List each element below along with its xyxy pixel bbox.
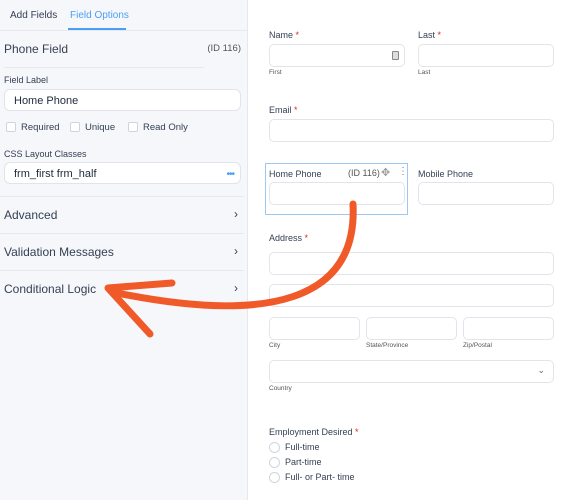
field-id: (ID 116) (207, 43, 241, 54)
active-tab-indicator (68, 28, 126, 30)
mobile-phone-label: Mobile Phone (418, 169, 474, 179)
radio-label: Full-time (285, 442, 320, 452)
css-classes-caption: CSS Layout Classes (4, 149, 87, 159)
unique-label: Unique (85, 122, 116, 133)
name-label: Name * (269, 30, 300, 40)
state-sublabel: State/Province (366, 342, 409, 349)
field-title: Phone Field (4, 42, 69, 56)
tab-add-fields[interactable]: Add Fields (10, 10, 57, 21)
section-validation-label: Validation Messages (4, 245, 114, 259)
section-conditional-label: Conditional Logic (4, 282, 97, 296)
section-advanced-label: Advanced (4, 208, 58, 222)
zip-sublabel: Zip/Postal (463, 342, 492, 349)
read-only-label: Read Only (143, 122, 188, 133)
city-sublabel: City (269, 342, 281, 349)
home-phone-id: (ID 116) (348, 168, 380, 178)
address-label: Address * (269, 233, 309, 243)
country-sublabel: Country (269, 385, 292, 392)
move-icon[interactable]: ✥ (381, 166, 390, 179)
more-dots-icon[interactable]: ••• (226, 169, 234, 180)
email-label: Email * (269, 105, 298, 115)
home-phone-input[interactable] (269, 182, 405, 205)
last-name-input[interactable] (418, 44, 554, 67)
css-classes-input[interactable]: frm_first frm_half ••• (4, 162, 241, 184)
tab-field-options[interactable]: Field Options (70, 10, 129, 21)
read-only-checkbox[interactable] (128, 122, 138, 132)
chevron-right-icon: › (234, 207, 238, 221)
zip-input[interactable] (463, 317, 554, 340)
unique-checkbox[interactable] (70, 122, 80, 132)
chevron-right-icon: › (234, 244, 238, 258)
more-vertical-icon[interactable]: ⋮ (398, 166, 408, 177)
last-sublabel: Last (418, 69, 431, 76)
city-input[interactable] (269, 317, 360, 340)
field-label-value: Home Phone (14, 95, 79, 107)
last-label: Last * (418, 30, 442, 40)
field-options-panel: Add Fields Field Options Phone Field (ID… (0, 0, 248, 500)
css-classes-value: frm_first frm_half (14, 168, 97, 180)
email-input[interactable] (269, 119, 554, 142)
radio-label: Full- or Part- time (285, 472, 355, 482)
required-label: Required (21, 122, 60, 133)
chevron-down-icon: ⌄ (537, 365, 545, 375)
country-select[interactable]: ⌄ (269, 360, 554, 383)
radio-full-time[interactable] (269, 442, 280, 453)
autofill-icon (392, 51, 399, 60)
required-checkbox[interactable] (6, 122, 16, 132)
radio-part-time[interactable] (269, 457, 280, 468)
field-label-caption: Field Label (4, 75, 49, 85)
home-phone-label: Home Phone (269, 169, 322, 179)
section-conditional-logic[interactable]: Conditional Logic › (0, 270, 244, 307)
first-sublabel: First (269, 69, 282, 76)
employment-label: Employment Desired * (269, 427, 359, 437)
address-line1-input[interactable] (269, 252, 554, 275)
state-input[interactable] (366, 317, 457, 340)
section-advanced[interactable]: Advanced › (0, 196, 244, 233)
radio-label: Part-time (285, 457, 322, 467)
field-label-input[interactable]: Home Phone (4, 89, 241, 111)
first-name-input[interactable] (269, 44, 405, 67)
divider (4, 67, 204, 68)
mobile-phone-input[interactable] (418, 182, 554, 205)
panel-tabs: Add Fields Field Options (0, 0, 247, 31)
section-validation-messages[interactable]: Validation Messages › (0, 233, 244, 270)
address-line2-input[interactable] (269, 284, 554, 307)
chevron-right-icon: › (234, 281, 238, 295)
radio-full-or-part-time[interactable] (269, 472, 280, 483)
